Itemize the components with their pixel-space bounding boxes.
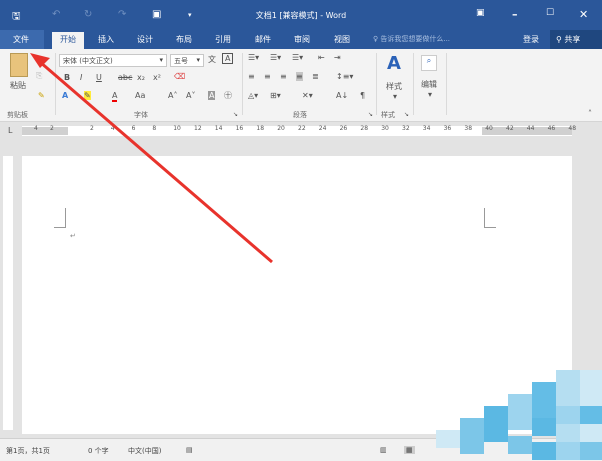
red-arrow-annotation: [30, 53, 273, 264]
watermark-tile: [556, 424, 580, 442]
watermark-tile: [556, 388, 580, 406]
watermark-tile: [460, 436, 484, 454]
watermark-tile: [580, 442, 602, 460]
watermark-tile: [532, 382, 556, 400]
watermark-tile: [508, 412, 532, 430]
watermark-tile: [532, 442, 556, 460]
arrow-head: [30, 53, 50, 68]
print-layout-icon[interactable]: ▦: [404, 446, 415, 454]
watermark-tile: [580, 370, 602, 388]
watermark-tile: [532, 418, 556, 436]
watermark-tile: [556, 370, 580, 388]
macro-record-icon[interactable]: ▤: [186, 446, 193, 454]
page-count[interactable]: 第1页，共1页: [6, 446, 50, 456]
watermark-tile: [508, 394, 532, 412]
read-mode-icon[interactable]: ▥: [380, 446, 387, 454]
watermark-tile: [556, 406, 580, 424]
watermark-tile: [580, 388, 602, 406]
watermark-tile: [436, 430, 460, 448]
arrow-shaft: [39, 60, 273, 264]
watermark-tile: [556, 442, 580, 460]
watermark-tile: [460, 418, 484, 436]
language-indicator[interactable]: 中文(中国): [128, 446, 161, 456]
watermark-tile: [484, 406, 508, 424]
word-count[interactable]: 0 个字: [88, 446, 109, 456]
watermark-tile: [580, 406, 602, 424]
watermark-tile: [484, 424, 508, 442]
watermark-tile: [532, 400, 556, 418]
watermark-tile: [508, 436, 532, 454]
watermark-tile: [580, 424, 602, 442]
